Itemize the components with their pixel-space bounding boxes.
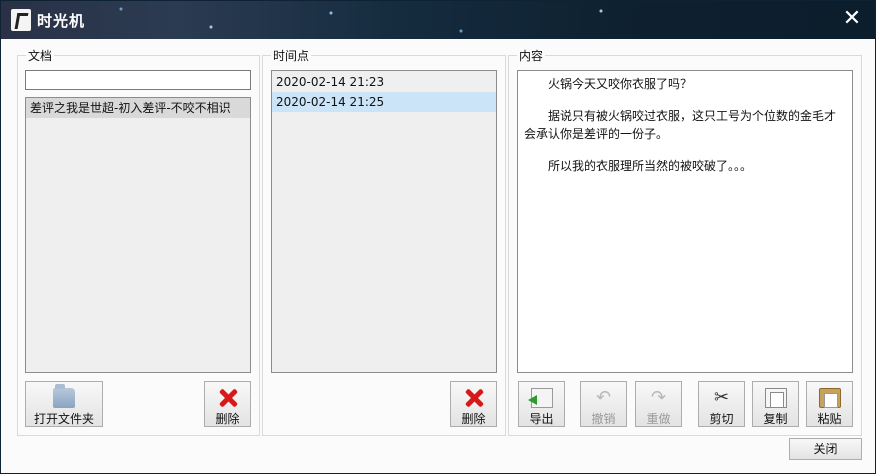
content-label: 内容 bbox=[517, 47, 546, 64]
client-area: 文档 差评之我是世超-初入差评-不咬不相识 打开文件夹 删除 时间点 2020-… bbox=[1, 39, 875, 473]
content-paragraph: 火锅今天又咬你衣服了吗？ bbox=[548, 77, 693, 91]
timepoints-label: 时间点 bbox=[271, 47, 312, 64]
copy-label: 复制 bbox=[763, 412, 788, 426]
timepoint-list-item-selected[interactable]: 2020-02-14 21:25 bbox=[272, 92, 496, 112]
export-label: 导出 bbox=[529, 412, 554, 426]
app-window: 时光机 ✕ 文档 差评之我是世超-初入差评-不咬不相识 打开文件夹 删除 时间点… bbox=[0, 0, 876, 474]
cut-button[interactable]: ✂ 剪切 bbox=[698, 381, 745, 427]
title-bar[interactable]: 时光机 ✕ bbox=[1, 1, 875, 39]
undo-icon: ↶ bbox=[595, 387, 612, 408]
scissors-icon: ✂ bbox=[713, 387, 730, 408]
document-list-item[interactable]: 差评之我是世超-初入差评-不咬不相识 bbox=[26, 98, 250, 118]
delete-icon bbox=[463, 388, 485, 408]
content-text-area[interactable]: 火锅今天又咬你衣服了吗？ 据说只有被火锅咬过衣服，这只工号为个位数的金毛才会承认… bbox=[517, 70, 853, 373]
content-paragraph: 所以我的衣服理所当然的被咬破了。。。 bbox=[548, 159, 753, 173]
export-button[interactable]: 导出 bbox=[518, 381, 565, 427]
undo-button[interactable]: ↶ 撤销 bbox=[580, 381, 627, 427]
clipboard-icon bbox=[818, 388, 841, 408]
delete-timepoint-label: 删除 bbox=[461, 412, 486, 426]
cut-label: 剪切 bbox=[709, 412, 734, 426]
document-search-input[interactable] bbox=[25, 70, 251, 90]
delete-document-label: 删除 bbox=[215, 412, 240, 426]
export-icon bbox=[527, 388, 553, 408]
window-title: 时光机 bbox=[37, 12, 86, 30]
delete-document-button[interactable]: 删除 bbox=[204, 381, 251, 427]
delete-timepoint-button[interactable]: 删除 bbox=[450, 381, 497, 427]
delete-icon bbox=[217, 388, 239, 408]
redo-icon: ↷ bbox=[650, 387, 667, 408]
title-bar-background bbox=[1, 1, 875, 39]
copy-button[interactable]: 复制 bbox=[752, 381, 799, 427]
app-logo-icon bbox=[11, 9, 31, 31]
open-folder-button[interactable]: 打开文件夹 bbox=[25, 381, 103, 427]
redo-button[interactable]: ↷ 重做 bbox=[635, 381, 682, 427]
content-group: 内容 火锅今天又咬你衣服了吗？ 据说只有被火锅咬过衣服，这只工号为个位数的金毛才… bbox=[508, 47, 862, 436]
paste-button[interactable]: 粘贴 bbox=[806, 381, 853, 427]
content-paragraph: 据说只有被火锅咬过衣服，这只工号为个位数的金毛才会承认你是差评的一份子。 bbox=[524, 109, 837, 141]
documents-group: 文档 差评之我是世超-初入差评-不咬不相识 打开文件夹 删除 bbox=[17, 47, 260, 436]
paste-label: 粘贴 bbox=[817, 412, 842, 426]
undo-label: 撤销 bbox=[591, 412, 616, 426]
document-list[interactable]: 差评之我是世超-初入差评-不咬不相识 bbox=[25, 97, 251, 373]
folder-icon bbox=[53, 384, 75, 408]
timepoint-list-item[interactable]: 2020-02-14 21:23 bbox=[272, 72, 496, 92]
open-folder-label: 打开文件夹 bbox=[33, 412, 94, 426]
timepoints-group: 时间点 2020-02-14 21:23 2020-02-14 21:25 删除 bbox=[262, 47, 506, 436]
redo-label: 重做 bbox=[646, 412, 671, 426]
documents-label: 文档 bbox=[26, 47, 55, 64]
copy-icon bbox=[764, 388, 787, 408]
close-window-button[interactable]: ✕ bbox=[837, 5, 867, 33]
close-button[interactable]: 关闭 bbox=[789, 438, 862, 460]
timepoint-list[interactable]: 2020-02-14 21:23 2020-02-14 21:25 bbox=[271, 70, 497, 373]
